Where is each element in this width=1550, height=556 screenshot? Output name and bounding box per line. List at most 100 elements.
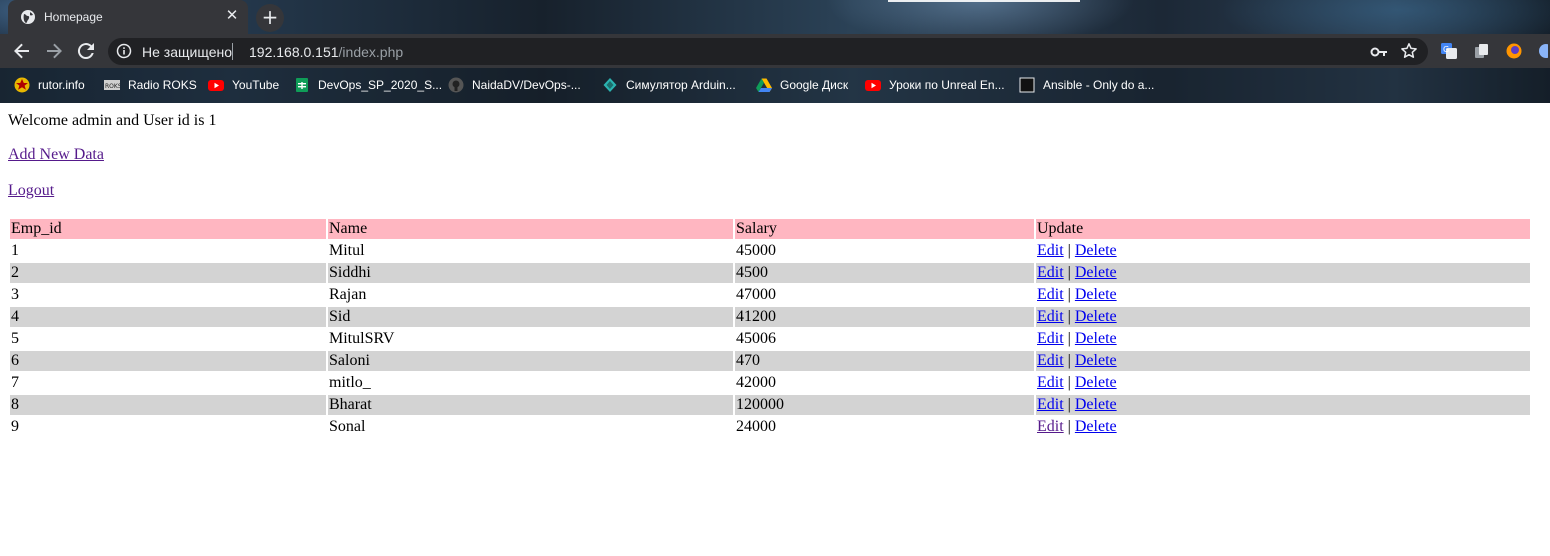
reload-icon	[77, 43, 94, 60]
delete-link[interactable]: Delete	[1075, 242, 1117, 259]
header-salary: Salary	[735, 219, 1034, 239]
bookmark-label: Ansible - Only do a...	[1043, 78, 1155, 92]
forward-button[interactable]	[42, 39, 66, 63]
header-emp-id: Emp_id	[10, 219, 326, 239]
info-icon[interactable]	[116, 43, 132, 59]
cell-emp-id: 3	[11, 286, 19, 303]
link-separator: |	[1067, 286, 1071, 303]
cell-salary: 470	[735, 351, 1034, 371]
address-bar[interactable]: Не защищено 192.168.0.151/index.php	[108, 38, 1428, 65]
copy-extension-icon[interactable]	[1474, 43, 1490, 59]
edit-link[interactable]: Edit	[1037, 264, 1064, 281]
edit-link[interactable]: Edit	[1037, 396, 1064, 413]
url-host: 192.168.0.151	[249, 44, 339, 60]
bookmark-label: DevOps_SP_2020_S...	[318, 78, 443, 92]
cell-update: Edit | Delete	[1036, 395, 1530, 415]
bookmark-ansible[interactable]: Ansible - Only do a...	[1019, 77, 1154, 95]
url-path: /index.php	[338, 44, 404, 60]
bookmark-label: rutor.info	[38, 78, 85, 92]
cell-salary: 42000	[736, 374, 776, 391]
bookmark-youtube[interactable]: YouTube	[208, 77, 279, 95]
tab-strip: Homepage ✕ +	[0, 0, 1550, 34]
cell-name: Bharat	[328, 395, 733, 415]
table-header-row: Emp_id Name Salary Update	[10, 219, 1530, 239]
bookmark-github[interactable]: NaidaDV/DevOps-...	[448, 77, 581, 95]
delete-link[interactable]: Delete	[1075, 308, 1117, 325]
cell-name: Siddhi	[328, 263, 733, 283]
firefox-extension-icon[interactable]	[1506, 43, 1522, 59]
edit-link[interactable]: Edit	[1037, 374, 1064, 391]
cell-name: Mitul	[329, 242, 365, 259]
add-new-data-link[interactable]: Add New Data	[8, 146, 104, 164]
edit-link[interactable]: Edit	[1037, 352, 1064, 369]
delete-link[interactable]: Delete	[1075, 330, 1117, 347]
cell-emp-id: 1	[11, 242, 19, 259]
link-separator: |	[1067, 418, 1071, 435]
edit-link[interactable]: Edit	[1037, 286, 1064, 303]
table-row: 5 MitulSRV 45006 Edit | Delete	[10, 329, 1530, 349]
svg-text:ROKS: ROKS	[105, 83, 120, 90]
github-icon	[448, 77, 464, 93]
tab-close-icon[interactable]: ✕	[224, 7, 240, 25]
cell-emp-id: 2	[10, 263, 326, 283]
cell-salary: 45006	[736, 330, 776, 347]
bookmark-label: NaidaDV/DevOps-...	[472, 78, 581, 92]
new-tab-button[interactable]: +	[256, 4, 284, 32]
bookmark-unreal-lessons[interactable]: Уроки по Unreal En...	[865, 77, 1005, 95]
bookmark-radio-roks[interactable]: ROKS Radio ROKS	[104, 77, 197, 95]
table-row: 7 mitlo_ 42000 Edit | Delete	[10, 373, 1530, 393]
employee-table: Emp_id Name Salary Update 1 Mitul 45000 …	[8, 217, 1532, 439]
cell-name: MitulSRV	[329, 330, 395, 347]
cell-salary: 47000	[736, 286, 776, 303]
address-separator	[232, 43, 233, 60]
bookmark-star-icon[interactable]	[1400, 42, 1418, 60]
google-translate-icon[interactable]: G	[1441, 43, 1457, 59]
reload-button[interactable]	[74, 39, 98, 63]
cell-name: Rajan	[329, 286, 367, 303]
cell-emp-id: 9	[11, 418, 19, 435]
security-label[interactable]: Не защищено	[142, 44, 232, 60]
cell-emp-id: 8	[10, 395, 326, 415]
delete-link[interactable]: Delete	[1075, 418, 1117, 435]
key-icon[interactable]	[1370, 43, 1388, 61]
edit-link[interactable]: Edit	[1037, 242, 1064, 259]
delete-link[interactable]: Delete	[1075, 374, 1117, 391]
bookmark-google-drive[interactable]: Google Диск	[756, 77, 848, 95]
table-row: 8 Bharat 120000 Edit | Delete	[10, 395, 1530, 415]
table-row: 6 Saloni 470 Edit | Delete	[10, 351, 1530, 371]
delete-link[interactable]: Delete	[1075, 286, 1117, 303]
cell-salary: 41200	[735, 307, 1034, 327]
edit-link[interactable]: Edit	[1037, 418, 1064, 435]
back-button[interactable]	[10, 39, 34, 63]
cell-name: Sonal	[329, 418, 366, 435]
delete-link[interactable]: Delete	[1075, 396, 1117, 413]
link-separator: |	[1067, 374, 1071, 391]
logout-link[interactable]: Logout	[8, 182, 54, 200]
bookmark-rutor[interactable]: rutor.info	[14, 77, 85, 95]
cell-salary: 120000	[735, 395, 1034, 415]
tab-homepage[interactable]: Homepage ✕	[8, 0, 248, 34]
table-row: 4 Sid 41200 Edit | Delete	[10, 307, 1530, 327]
edit-link[interactable]: Edit	[1037, 330, 1064, 347]
link-separator: |	[1067, 396, 1071, 413]
cell-update: Edit | Delete	[1036, 263, 1530, 283]
bookmark-arduino-sim[interactable]: Симулятор Arduin...	[602, 77, 736, 95]
google-sheets-icon	[294, 77, 310, 93]
delete-link[interactable]: Delete	[1075, 352, 1117, 369]
cell-name: Sid	[328, 307, 733, 327]
url-text[interactable]: 192.168.0.151/index.php	[249, 44, 403, 60]
cell-emp-id: 6	[10, 351, 326, 371]
delete-link[interactable]: Delete	[1075, 264, 1117, 281]
profile-avatar-icon[interactable]	[1538, 43, 1550, 59]
cell-update: Edit | Delete	[1036, 351, 1530, 371]
cell-update: Edit | Delete	[1036, 241, 1530, 261]
edit-link[interactable]: Edit	[1037, 308, 1064, 325]
bookmark-devops-sheet[interactable]: DevOps_SP_2020_S...	[294, 77, 442, 95]
cell-update: Edit | Delete	[1036, 307, 1530, 327]
cell-emp-id: 5	[11, 330, 19, 347]
rutor-icon	[14, 77, 30, 93]
table-row: 9 Sonal 24000 Edit | Delete	[10, 417, 1530, 437]
header-name: Name	[328, 219, 733, 239]
welcome-message: Welcome admin and User id is 1	[8, 112, 217, 129]
page-content: Welcome admin and User id is 1 Add New D…	[0, 103, 1550, 556]
